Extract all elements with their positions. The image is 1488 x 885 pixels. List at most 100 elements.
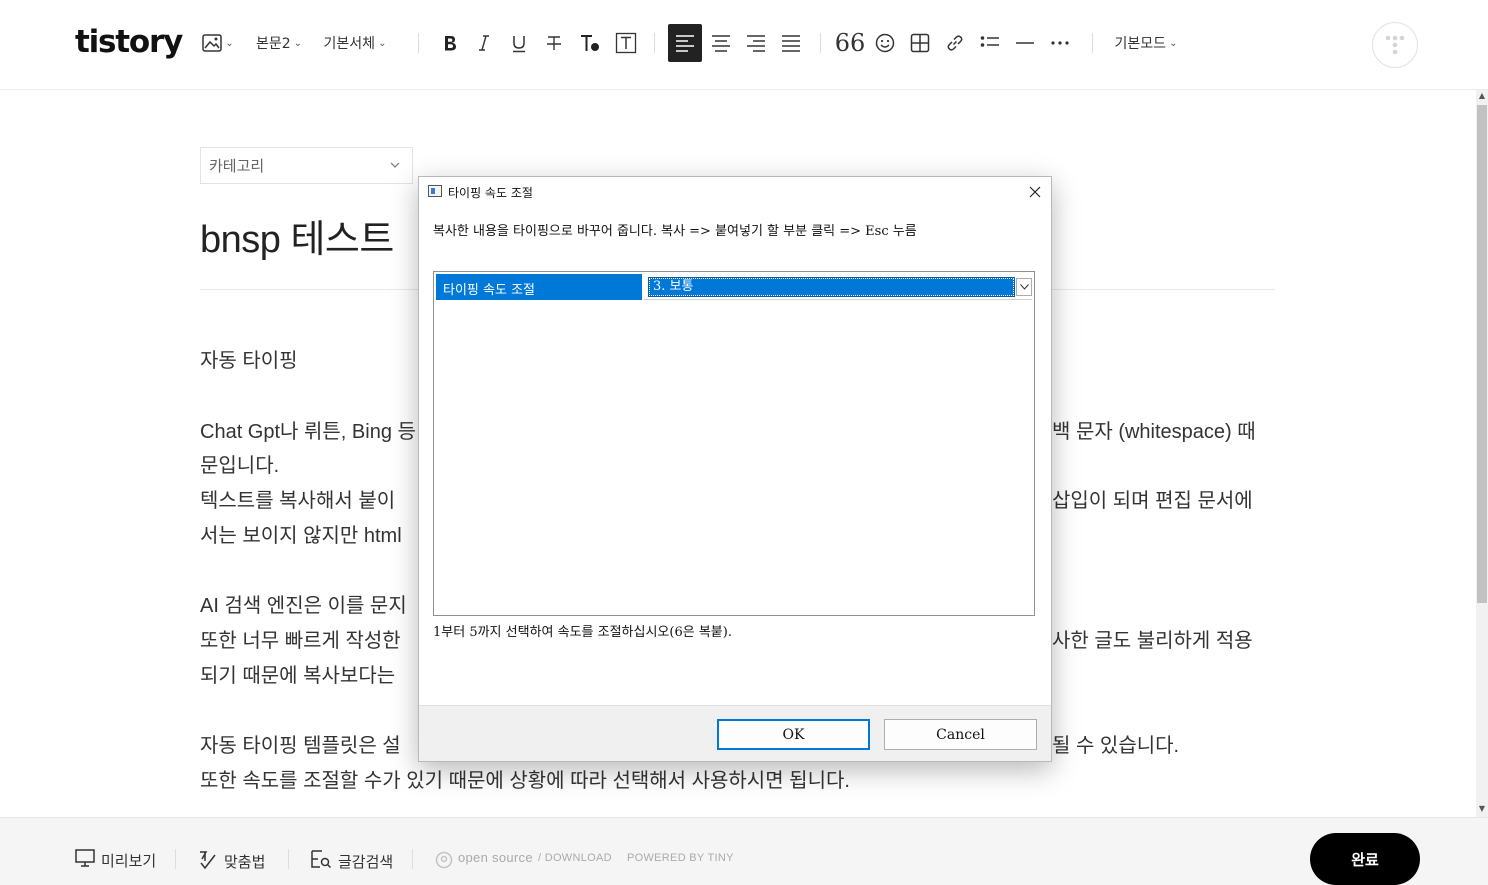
dialog-title: 타이핑 속도 조절 bbox=[448, 186, 533, 200]
align-left-button[interactable] bbox=[668, 24, 702, 62]
toolbar-divider bbox=[820, 33, 821, 53]
footer-divider bbox=[412, 849, 413, 869]
strikethrough-button[interactable] bbox=[540, 26, 568, 60]
category-select[interactable]: 카테고리 bbox=[200, 147, 413, 184]
property-label[interactable]: 타이핑 속도 조절 bbox=[436, 274, 642, 300]
chevron-down-icon: ⌄ bbox=[1169, 37, 1178, 49]
dialog-description: 복사한 내용을 타이핑으로 바꾸어 줍니다. 복사 => 붙여넣기 할 부분 클… bbox=[433, 224, 917, 239]
underline-icon bbox=[511, 34, 527, 53]
category-placeholder: 카테고리 bbox=[209, 158, 265, 175]
close-icon bbox=[1029, 186, 1041, 198]
insert-image-button[interactable]: ⌄ bbox=[200, 26, 236, 60]
link-icon bbox=[945, 33, 965, 53]
italic-icon bbox=[477, 34, 491, 52]
quote-button[interactable]: 66 bbox=[834, 26, 866, 60]
ok-button[interactable]: OK bbox=[717, 719, 870, 750]
align-center-icon bbox=[711, 34, 731, 52]
bold-icon bbox=[442, 34, 458, 52]
dialog-footer: OK Cancel bbox=[419, 705, 1051, 761]
paragraph-style-label: 본문2 bbox=[255, 36, 291, 52]
list-icon bbox=[980, 35, 1000, 51]
footer-divider bbox=[175, 849, 176, 869]
app-window-icon bbox=[428, 185, 442, 197]
preview-label: 미리보기 bbox=[101, 851, 157, 870]
scroll-up-icon[interactable]: ▲ bbox=[1476, 90, 1488, 102]
material-search-label: 글감검색 bbox=[338, 852, 394, 871]
table-button[interactable] bbox=[905, 26, 935, 60]
font-family-dropdown[interactable]: 기본서체 ⌄ bbox=[320, 26, 390, 60]
body-paragraph[interactable]: 또한 너무 빠르게 작성한 bbox=[200, 626, 401, 656]
material-search-icon bbox=[310, 849, 338, 873]
bold-button[interactable] bbox=[436, 26, 464, 60]
dialog-hint: 1부터 5까지 선택하여 속도를 조절하십시오(6은 복붙). bbox=[433, 625, 732, 640]
open-source-icon bbox=[435, 851, 453, 873]
body-paragraph[interactable]: AI 검색 엔진은 이를 문지 bbox=[200, 591, 407, 621]
body-paragraph[interactable]: 삽입이 되며 편집 문서에 bbox=[1052, 486, 1253, 516]
text-color-button[interactable] bbox=[576, 26, 604, 60]
body-paragraph[interactable]: 백 문자 (whitespace) 때 bbox=[1052, 417, 1256, 447]
body-paragraph[interactable]: Chat Gpt나 뤼튼, Bing 등 bbox=[200, 417, 416, 447]
quote-icon: 66 bbox=[834, 29, 866, 57]
spellcheck-icon bbox=[198, 849, 224, 873]
body-paragraph[interactable]: 되기 때문에 복사보다는 bbox=[200, 661, 395, 691]
body-paragraph[interactable]: 사한 글도 불리하게 적용 bbox=[1052, 626, 1253, 656]
body-paragraph[interactable]: 텍스트를 복사해서 붙이 bbox=[200, 486, 395, 516]
paragraph-style-dropdown[interactable]: 본문2 ⌄ bbox=[252, 26, 306, 60]
divider-button[interactable] bbox=[1010, 26, 1040, 60]
cancel-button[interactable]: Cancel bbox=[884, 719, 1037, 750]
tistory-logo[interactable]: tistory bbox=[75, 24, 183, 60]
body-paragraph[interactable]: 될 수 있습니다. bbox=[1052, 731, 1179, 761]
image-icon bbox=[202, 34, 223, 52]
font-family-label: 기본서체 bbox=[323, 36, 376, 52]
tistory-dots-icon bbox=[1385, 35, 1405, 55]
monitor-icon bbox=[75, 849, 101, 871]
text-color-icon bbox=[579, 33, 601, 53]
body-paragraph[interactable]: 문입니다. bbox=[200, 451, 279, 481]
emoticon-button[interactable] bbox=[870, 26, 900, 60]
powered-by-label[interactable]: POWERED BY TINY bbox=[627, 852, 734, 864]
property-value-cell[interactable]: 3. 보통 bbox=[644, 274, 1032, 300]
dialog-titlebar[interactable]: 타이핑 속도 조절 bbox=[419, 177, 1051, 206]
more-button[interactable] bbox=[1045, 26, 1075, 60]
text-background-button[interactable] bbox=[612, 26, 640, 60]
align-center-button[interactable] bbox=[706, 26, 736, 60]
align-right-button[interactable] bbox=[741, 26, 771, 60]
dropdown-button[interactable] bbox=[1016, 278, 1032, 296]
body-paragraph[interactable]: 또한 속도를 조절할 수가 있기 때문에 상황에 따라 선택해서 사용하시면 됩… bbox=[200, 766, 850, 796]
more-icon bbox=[1050, 41, 1070, 45]
italic-button[interactable] bbox=[470, 26, 498, 60]
underline-button[interactable] bbox=[505, 26, 533, 60]
body-paragraph[interactable]: 자동 타이핑 템플릿은 설 bbox=[200, 731, 401, 761]
chevron-down-icon: ⌄ bbox=[378, 37, 387, 49]
chevron-down-icon bbox=[1019, 284, 1029, 290]
editor-mode-dropdown[interactable]: 기본모드 ⌄ bbox=[1110, 26, 1182, 60]
editor-toolbar: tistory ⌄ 본문2 ⌄ 기본서체 ⌄ 66 기본모드 ⌄ bbox=[0, 0, 1488, 90]
chevron-down-icon bbox=[390, 157, 400, 174]
scrollbar-thumb[interactable] bbox=[1477, 105, 1487, 603]
scroll-down-icon[interactable]: ▼ bbox=[1476, 803, 1488, 815]
page-scrollbar[interactable]: ▲ ▼ bbox=[1476, 90, 1488, 817]
link-button[interactable] bbox=[940, 26, 970, 60]
post-title[interactable]: bnsp 테스트 bbox=[200, 208, 394, 263]
open-source-label[interactable]: open source bbox=[458, 850, 533, 865]
editor-mode-label: 기본모드 bbox=[1114, 36, 1167, 52]
body-paragraph[interactable]: 서는 보이지 않지만 html bbox=[200, 521, 402, 551]
body-paragraph[interactable]: 자동 타이핑 bbox=[200, 346, 298, 376]
spellcheck-button[interactable]: 맞춤법 bbox=[198, 849, 265, 873]
preview-button[interactable]: 미리보기 bbox=[75, 849, 156, 871]
material-search-button[interactable]: 글감검색 bbox=[310, 849, 393, 873]
align-left-icon bbox=[675, 34, 695, 52]
list-button[interactable] bbox=[975, 26, 1005, 60]
toolbar-divider bbox=[654, 33, 655, 53]
typing-speed-dialog: 타이핑 속도 조절 복사한 내용을 타이핑으로 바꾸어 줍니다. 복사 => 붙… bbox=[418, 176, 1052, 762]
download-link[interactable]: / DOWNLOAD bbox=[538, 852, 612, 864]
property-grid[interactable]: 타이핑 속도 조절 3. 보통 bbox=[433, 271, 1035, 616]
profile-avatar[interactable] bbox=[1372, 22, 1418, 68]
done-button[interactable]: 완료 bbox=[1310, 833, 1420, 885]
toolbar-divider bbox=[418, 33, 419, 53]
align-justify-button[interactable] bbox=[776, 26, 806, 60]
toolbar-divider bbox=[1092, 33, 1093, 53]
speed-select[interactable]: 3. 보통 bbox=[648, 277, 1015, 297]
editor-footer: 미리보기 맞춤법 글감검색 open source / DOWNLOAD POW… bbox=[0, 817, 1488, 885]
close-button[interactable] bbox=[1025, 182, 1045, 202]
